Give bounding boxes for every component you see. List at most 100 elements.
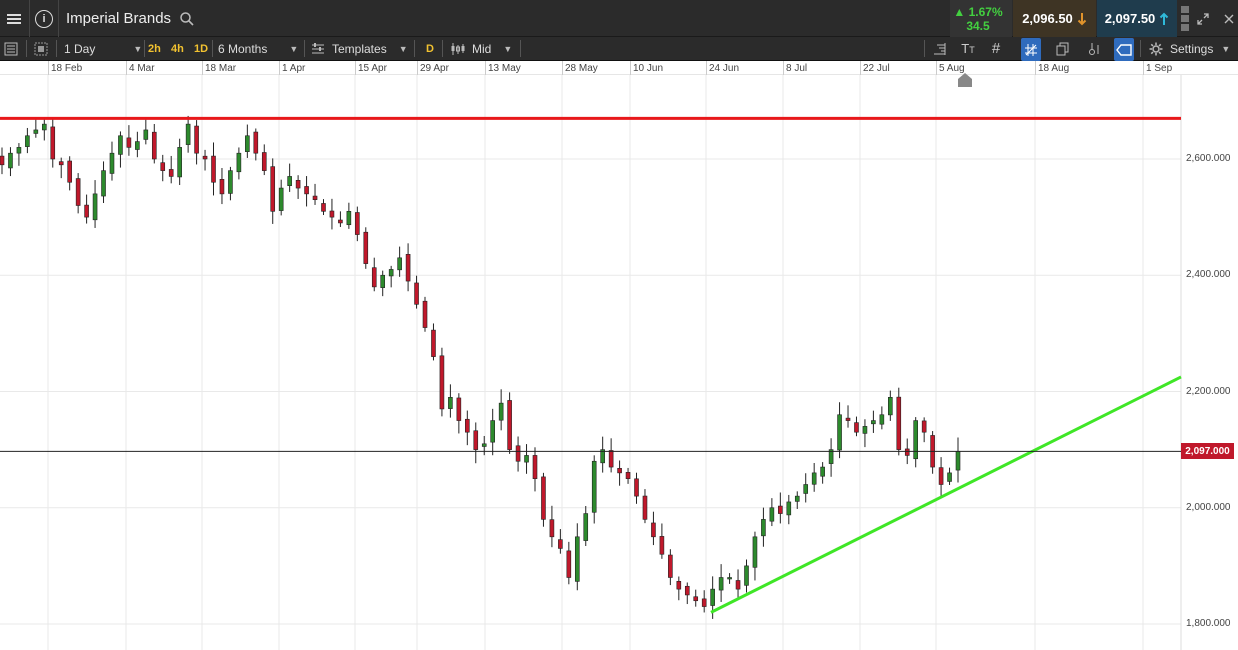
date-tick <box>202 61 203 75</box>
candle-down <box>515 445 521 462</box>
sell-button[interactable]: 2,096.50 <box>1013 0 1096 37</box>
price-label: 2,600.000 <box>1186 153 1231 164</box>
buy-button[interactable]: 2,097.50 <box>1097 0 1177 37</box>
candle-down <box>0 155 5 166</box>
interval-2h-button[interactable]: 2h <box>148 37 161 60</box>
interval-select[interactable]: 1 Day ▼ <box>64 37 142 60</box>
candle-up <box>752 536 758 568</box>
date-tick <box>706 61 707 75</box>
range-value: 6 Months <box>218 41 268 56</box>
candle-down <box>321 203 326 212</box>
indicators-icon[interactable] <box>930 37 950 60</box>
candle-up <box>236 152 242 173</box>
info-icon: i <box>35 9 53 28</box>
candle-up <box>135 141 140 150</box>
date-tick <box>417 61 418 75</box>
candle-down <box>566 550 572 578</box>
range-select[interactable]: 6 Months ▼ <box>218 37 298 60</box>
candle-down <box>414 282 419 305</box>
candle-down <box>160 162 166 171</box>
price-mode-select[interactable]: Mid ▼ <box>450 37 512 60</box>
price-change: ▲ 1.67% 34.5 <box>950 0 1012 37</box>
candle-up <box>481 443 487 447</box>
search-icon[interactable] <box>179 11 195 27</box>
candle-down <box>304 186 309 195</box>
chevron-down-icon: ▼ <box>398 43 408 54</box>
candle-down <box>625 472 631 479</box>
interval-4h-button[interactable]: 4h <box>171 37 184 60</box>
date-label: 29 Apr <box>420 63 449 74</box>
candle-down <box>549 519 555 538</box>
depth-icon[interactable] <box>1179 0 1191 37</box>
arrow-up-icon <box>1160 12 1169 25</box>
candle-up <box>524 455 529 463</box>
copy-icon[interactable] <box>1053 37 1073 60</box>
candle-down <box>211 155 216 183</box>
candle-up <box>727 577 732 580</box>
candle-up <box>769 507 775 522</box>
date-label: 24 Jun <box>709 63 740 74</box>
arrow-down-icon <box>1077 12 1087 25</box>
menu-icon[interactable] <box>0 0 28 37</box>
chart-area[interactable]: 2,600.000 2,400.000 2,200.000 2,000.000 1,80… <box>0 75 1238 650</box>
chevron-down-icon: ▼ <box>289 43 299 54</box>
candle-up <box>862 426 868 434</box>
tag-icon[interactable] <box>1114 38 1134 61</box>
candle-down <box>854 422 859 433</box>
measure-icon[interactable] <box>1085 37 1105 60</box>
grid-icon[interactable]: # <box>986 37 1006 60</box>
candle-up <box>8 152 13 169</box>
date-label: 1 Sep <box>1146 63 1173 74</box>
candle-down <box>558 539 563 549</box>
chart-list-icon[interactable] <box>4 37 18 60</box>
candle-down <box>312 195 318 200</box>
candle-up <box>888 397 893 416</box>
candle-down <box>194 125 199 154</box>
candle-up <box>228 170 233 194</box>
interval-1d-button[interactable]: 1D <box>194 37 208 60</box>
date-label: 1 Apr <box>282 63 306 74</box>
candle-down <box>371 267 377 288</box>
last-price-tag: 2,097.000 <box>1181 443 1234 460</box>
candle-up <box>278 187 284 211</box>
date-label: 18 Mar <box>205 63 237 74</box>
candle-down <box>168 169 174 177</box>
candle-up <box>185 123 191 145</box>
date-label: 8 Jul <box>786 63 808 74</box>
trend-line <box>710 375 1182 614</box>
candle-up <box>92 193 98 221</box>
price-chart[interactable] <box>0 75 1238 650</box>
templates-select[interactable]: Templates ▼ <box>311 37 408 60</box>
layout-icon[interactable] <box>34 37 48 60</box>
gear-icon <box>1149 42 1163 55</box>
candle-up <box>380 274 386 288</box>
candle-up <box>388 269 394 277</box>
candle-up <box>837 414 842 451</box>
candle-down <box>642 495 648 520</box>
expand-icon[interactable] <box>1193 0 1213 37</box>
candle-down <box>693 596 699 602</box>
candle-down <box>355 212 360 235</box>
event-marker-icon[interactable] <box>958 79 972 87</box>
crosshair-grid-icon[interactable] <box>1021 38 1041 61</box>
candle-up <box>118 135 123 155</box>
candle-up <box>109 152 115 174</box>
instrument-search[interactable]: Imperial Brands <box>66 0 195 37</box>
date-tick <box>562 61 563 75</box>
date-label: 18 Feb <box>51 63 83 74</box>
settings-label: Settings <box>1170 41 1214 56</box>
info-button[interactable]: i <box>30 0 58 37</box>
settings-button[interactable]: Settings ▼ <box>1149 37 1230 60</box>
candle-up <box>574 536 580 582</box>
candle-down <box>126 137 132 148</box>
date-label: 28 May <box>565 63 598 74</box>
candle-down <box>431 329 436 357</box>
candle-up <box>955 451 961 471</box>
candle-down <box>422 300 428 328</box>
text-size-icon[interactable]: TT <box>958 37 978 60</box>
chevron-down-icon: ▼ <box>503 43 513 54</box>
d-button[interactable]: D <box>426 37 434 60</box>
close-icon[interactable] <box>1219 0 1238 37</box>
instrument-title: Imperial Brands <box>66 10 172 27</box>
candle-up <box>710 588 715 606</box>
